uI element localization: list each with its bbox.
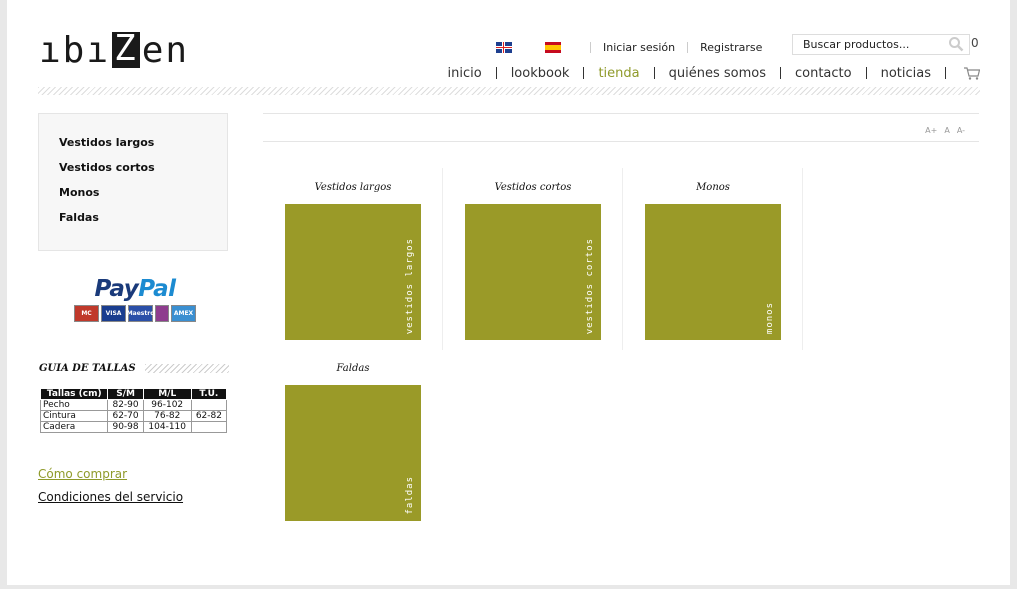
size-header-cell: S/M	[107, 388, 144, 400]
product-title[interactable]: Monos	[623, 182, 803, 193]
size-cell	[190, 399, 228, 411]
maestro-icon: Maestro	[127, 305, 154, 322]
divider	[653, 67, 655, 79]
site-logo[interactable]: ıbı Zen	[39, 28, 190, 71]
divider	[802, 168, 803, 350]
size-cell: 104-110	[142, 421, 192, 433]
mastercard-icon: MC	[74, 305, 99, 322]
product-image[interactable]: vestidos cortos	[465, 204, 601, 340]
page: ıbı Zen Iniciar sesión Registrarse Buscar…	[7, 0, 1010, 585]
heading-hatch	[144, 363, 229, 373]
nav-tienda[interactable]: tienda	[598, 66, 639, 81]
nav-inicio[interactable]: inicio	[448, 66, 482, 81]
size-cell	[190, 421, 228, 433]
visa-icon: VISA	[101, 305, 126, 322]
table-row: Cadera 90-98 104-110	[39, 421, 228, 433]
product-image-label: monos	[765, 301, 775, 334]
size-cell: 76-82	[142, 410, 192, 422]
discover-icon	[155, 305, 169, 322]
table-row: Cintura 62-70 76-82 62-82	[39, 410, 228, 422]
product-title[interactable]: Vestidos largos	[263, 182, 443, 193]
product-image[interactable]: monos	[645, 204, 781, 340]
font-reset-button[interactable]: A	[944, 126, 949, 135]
main-nav: inicio lookbook tienda quiénes somos con…	[448, 64, 980, 82]
divider	[945, 67, 946, 79]
divider	[779, 67, 781, 79]
category-faldas[interactable]: Faldas	[59, 211, 227, 236]
nav-quienes-somos[interactable]: quiénes somos	[669, 66, 766, 81]
paypal-badge[interactable]: PayPal MC VISA Maestro AMEX	[71, 276, 199, 331]
product-title[interactable]: Faldas	[263, 363, 443, 374]
product-image[interactable]: faldas	[285, 385, 421, 521]
size-cell: 62-82	[190, 410, 228, 422]
top-bar: Iniciar sesión Registrarse	[495, 38, 762, 56]
product-image-label: faldas	[405, 476, 415, 515]
product-image[interactable]: vestidos largos	[285, 204, 421, 340]
logo-z-box: Z	[112, 28, 140, 69]
logo-text-start: ıbı	[39, 29, 111, 71]
product-image-label: vestidos largos	[405, 237, 415, 334]
size-cell: 90-98	[107, 421, 144, 433]
size-header-cell: Tallas (cm)	[39, 388, 109, 400]
category-vestidos-largos[interactable]: Vestidos largos	[59, 136, 227, 161]
product-image-label: vestidos cortos	[585, 237, 595, 334]
amex-icon: AMEX	[171, 305, 196, 322]
font-size-tools: A+ A A-	[925, 126, 965, 135]
terms-of-service-link[interactable]: Condiciones del servicio	[38, 490, 183, 504]
size-header-cell: M/L	[142, 388, 192, 400]
content-toolbar: A+ A A-	[263, 113, 979, 142]
divider	[687, 41, 689, 53]
product-card[interactable]: Monos monos	[623, 168, 803, 350]
size-cell: Pecho	[39, 399, 109, 411]
size-guide-title: GUIA DE TALLAS	[39, 362, 136, 374]
size-guide-heading: GUIA DE TALLAS	[39, 362, 229, 374]
category-menu: Vestidos largos Vestidos cortos Monos Fa…	[38, 113, 228, 251]
product-card[interactable]: Vestidos cortos vestidos cortos	[443, 168, 623, 350]
login-link[interactable]: Iniciar sesión	[603, 41, 675, 54]
size-cell: Cintura	[39, 410, 109, 422]
how-to-buy-link[interactable]: Cómo comprar	[38, 467, 127, 481]
size-cell: 62-70	[107, 410, 144, 422]
category-vestidos-cortos[interactable]: Vestidos cortos	[59, 161, 227, 186]
product-title[interactable]: Vestidos cortos	[443, 182, 623, 193]
spanish-flag-icon[interactable]	[545, 41, 561, 53]
english-flag-icon[interactable]	[496, 41, 512, 53]
table-row: Pecho 82-90 96-102	[39, 399, 228, 411]
size-cell: Cadera	[39, 421, 109, 433]
paypal-logo: PayPal	[94, 276, 177, 302]
divider	[583, 67, 585, 79]
search-input[interactable]: Buscar productos...	[792, 34, 970, 55]
divider	[495, 67, 497, 79]
nav-contacto[interactable]: contacto	[795, 66, 852, 81]
font-increase-button[interactable]: A+	[925, 126, 937, 135]
size-table-header: Tallas (cm) S/M M/L T.U.	[39, 388, 228, 400]
nav-noticias[interactable]: noticias	[881, 66, 931, 81]
size-cell: 82-90	[107, 399, 144, 411]
product-card[interactable]: Vestidos largos vestidos largos	[263, 168, 443, 350]
cart-icon[interactable]	[964, 66, 980, 80]
register-link[interactable]: Registrarse	[700, 41, 762, 54]
size-cell: 96-102	[142, 399, 192, 411]
header-stripe	[38, 87, 980, 95]
nav-lookbook[interactable]: lookbook	[511, 66, 570, 81]
size-header-cell: T.U.	[190, 388, 228, 400]
divider	[865, 67, 867, 79]
search-icon[interactable]	[948, 36, 964, 52]
product-card[interactable]: Faldas faldas	[263, 349, 443, 531]
category-monos[interactable]: Monos	[59, 186, 227, 211]
cart-count: 0	[971, 36, 979, 50]
divider	[590, 41, 591, 53]
size-table: Tallas (cm) S/M M/L T.U. Pecho 82-90 96-…	[39, 388, 228, 433]
logo-text-end: en	[141, 29, 190, 71]
font-decrease-button[interactable]: A-	[957, 126, 965, 135]
payment-cards: MC VISA Maestro AMEX	[71, 305, 199, 322]
